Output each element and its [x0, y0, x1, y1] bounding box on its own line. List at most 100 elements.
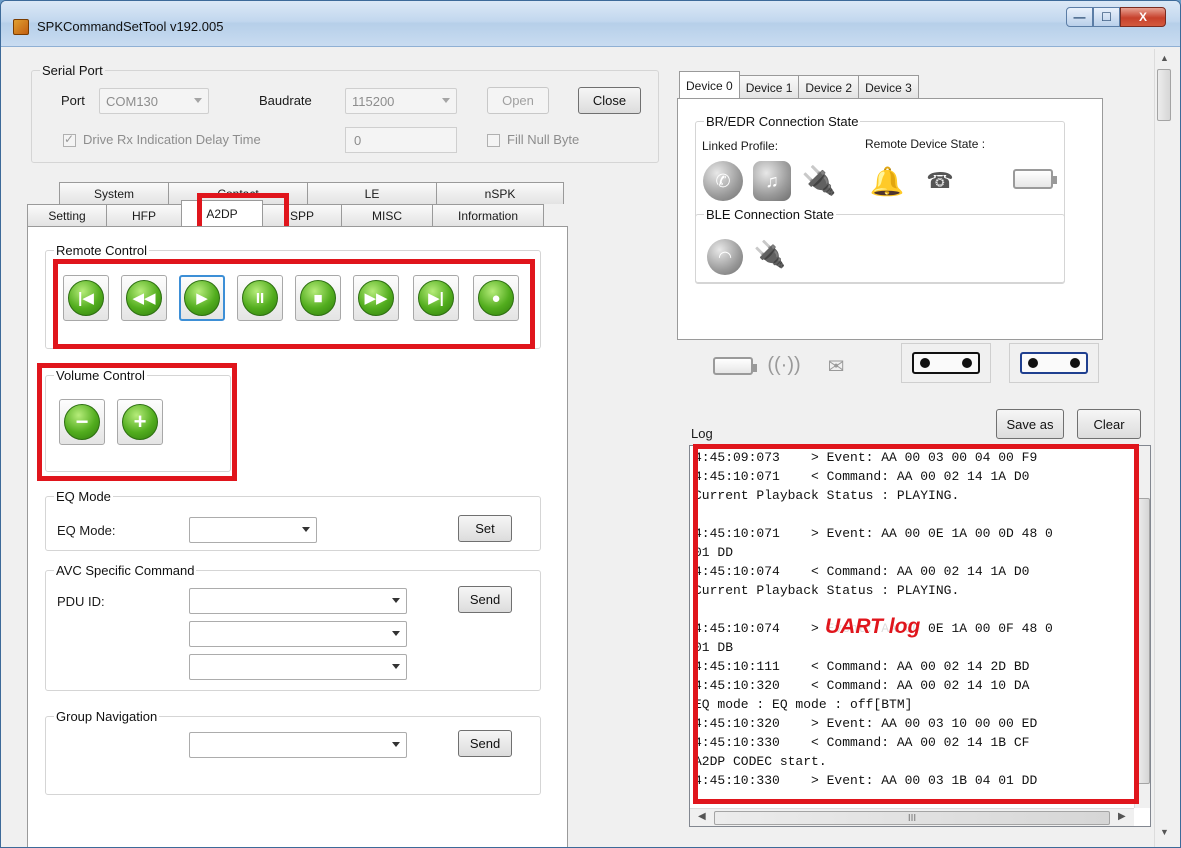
serial-plug-icon: 🔌 — [801, 164, 837, 196]
log-line: 4:45:10:330 > Event: AA 00 03 1B 04 01 D… — [694, 773, 1038, 788]
battery-status-icon — [713, 357, 757, 375]
log-line: 4:45:10:330 < Command: AA 00 02 14 1B CF — [694, 735, 1030, 750]
fast-forward-button[interactable]: ▶▶ — [353, 275, 399, 321]
log-line: 4:45:10:071 > Event: AA 00 0E 1A 00 0D 4… — [694, 526, 1053, 541]
record-icon: ● — [478, 280, 514, 316]
phone-icon: ✆ — [703, 161, 743, 201]
baudrate-value: 115200 — [352, 94, 395, 109]
log-vscroll-thumb[interactable] — [1137, 498, 1150, 784]
scroll-left-icon[interactable]: ◀ — [698, 811, 706, 822]
log-vertical-scrollbar[interactable] — [1134, 446, 1150, 808]
drive-rx-label: Drive Rx Indication Delay Time — [83, 132, 261, 147]
ble-signal-icon: ◠ — [707, 239, 743, 275]
tab-a2dp[interactable]: A2DP — [181, 200, 263, 226]
minimize-button[interactable]: — — [1066, 7, 1093, 27]
tab-information[interactable]: Information — [432, 204, 544, 226]
group-navigation-select[interactable] — [189, 732, 407, 758]
clear-button[interactable]: Clear — [1077, 409, 1141, 439]
music-icon: ♫ — [753, 161, 791, 201]
chevron-down-icon — [392, 631, 400, 636]
log-line: Current Playback Status : PLAYING. — [694, 583, 960, 598]
drive-rx-input[interactable]: 0 — [345, 127, 457, 153]
tab-system[interactable]: System — [59, 182, 169, 204]
tab-device-2[interactable]: Device 2 — [798, 75, 860, 99]
next-track-button[interactable]: ▶| — [413, 275, 459, 321]
speaker-slot-2[interactable] — [1009, 343, 1099, 383]
tab-device-0[interactable]: Device 0 — [679, 71, 740, 99]
close-window-button[interactable]: X — [1120, 7, 1166, 27]
log-line: 01 DD — [694, 545, 734, 560]
window-vertical-scrollbar[interactable]: ▲ ▼ — [1154, 49, 1172, 847]
avc-param-select-2[interactable] — [189, 654, 407, 680]
tab-spp[interactable]: SPP — [262, 204, 342, 226]
eq-mode-select[interactable] — [189, 517, 317, 543]
serial-plug-icon: 🔌 — [753, 238, 787, 269]
save-as-button[interactable]: Save as — [996, 409, 1064, 439]
uart-log-annotation: UART log — [823, 615, 923, 639]
log-line: Current Playback Status : PLAYING. — [694, 488, 960, 503]
remote-control-group: Remote Control — [45, 243, 541, 349]
port-select[interactable]: COM130 — [99, 88, 209, 114]
tab-le[interactable]: LE — [307, 182, 437, 204]
tab-misc[interactable]: MISC — [341, 204, 433, 226]
window-title: SPKCommandSetTool v192.005 — [37, 19, 224, 34]
scroll-right-icon[interactable]: ▶ — [1118, 811, 1126, 822]
close-port-button[interactable]: Close — [578, 87, 641, 114]
open-button[interactable]: Open — [487, 87, 549, 114]
pdu-id-label: PDU ID: — [57, 594, 105, 609]
hangup-icon: ☎ — [926, 168, 954, 193]
log-line: 4:45:10:071 < Command: AA 00 02 14 1A D0 — [694, 469, 1030, 484]
pdu-id-select[interactable] — [189, 588, 407, 614]
window-vscroll-thumb[interactable] — [1157, 69, 1171, 121]
tab-hfp[interactable]: HFP — [106, 204, 182, 226]
baudrate-select[interactable]: 115200 — [345, 88, 457, 114]
fill-null-label: Fill Null Byte — [507, 132, 580, 147]
chevron-down-icon — [392, 598, 400, 603]
chevron-down-icon — [392, 664, 400, 669]
log-line: 4:45:10:111 < Command: AA 00 02 14 2D BD — [694, 659, 1030, 674]
log-line: 01 DB — [694, 640, 734, 655]
fill-null-checkbox[interactable] — [487, 134, 500, 147]
avc-param-select-1[interactable] — [189, 621, 407, 647]
stop-button[interactable]: ■ — [295, 275, 341, 321]
baudrate-label: Baudrate — [259, 93, 312, 108]
scroll-up-icon[interactable]: ▲ — [1160, 53, 1169, 63]
tab-device-1[interactable]: Device 1 — [738, 75, 800, 99]
fast-forward-icon: ▶▶ — [358, 280, 394, 316]
maximize-button[interactable]: ☐ — [1093, 7, 1120, 27]
app-window: SPKCommandSetTool v192.005 — ☐ X Serial … — [0, 0, 1181, 848]
port-label: Port — [61, 93, 85, 108]
eq-mode-legend: EQ Mode — [56, 489, 111, 504]
tab-device-3[interactable]: Device 3 — [858, 75, 919, 99]
skip-forward-icon: ▶| — [418, 280, 454, 316]
drive-rx-value: 0 — [354, 133, 362, 148]
play-button[interactable]: ▶ — [179, 275, 225, 321]
stop-icon: ■ — [300, 280, 336, 316]
linked-profile-label: Linked Profile: — [702, 139, 779, 153]
avc-command-legend: AVC Specific Command — [56, 563, 195, 578]
log-horizontal-scrollbar[interactable]: ◀ III ▶ — [690, 808, 1134, 826]
eq-mode-label: EQ Mode: — [57, 523, 116, 538]
log-hscroll-thumb[interactable]: III — [714, 811, 1110, 825]
app-icon — [13, 19, 29, 35]
skip-back-icon: |◀ — [68, 280, 104, 316]
previous-track-button[interactable]: |◀ — [63, 275, 109, 321]
record-button[interactable]: ● — [473, 275, 519, 321]
pause-button[interactable]: II — [237, 275, 283, 321]
drive-rx-checkbox[interactable]: ✓ — [63, 132, 76, 147]
eq-set-button[interactable]: Set — [458, 515, 512, 542]
speaker-slot-1[interactable] — [901, 343, 991, 383]
scroll-down-icon[interactable]: ▼ — [1160, 827, 1169, 837]
port-value: COM130 — [106, 94, 159, 109]
group-send-button[interactable]: Send — [458, 730, 512, 757]
avc-send-button[interactable]: Send — [458, 586, 512, 613]
volume-up-button[interactable]: + — [117, 399, 163, 445]
volume-control-legend: Volume Control — [56, 368, 145, 383]
rewind-button[interactable]: ◀◀ — [121, 275, 167, 321]
pause-icon: II — [242, 280, 278, 316]
tab-setting[interactable]: Setting — [27, 204, 107, 226]
volume-down-button[interactable]: − — [59, 399, 105, 445]
tab-nspk[interactable]: nSPK — [436, 182, 564, 204]
minus-icon: − — [64, 404, 100, 440]
battery-icon — [1013, 169, 1057, 189]
